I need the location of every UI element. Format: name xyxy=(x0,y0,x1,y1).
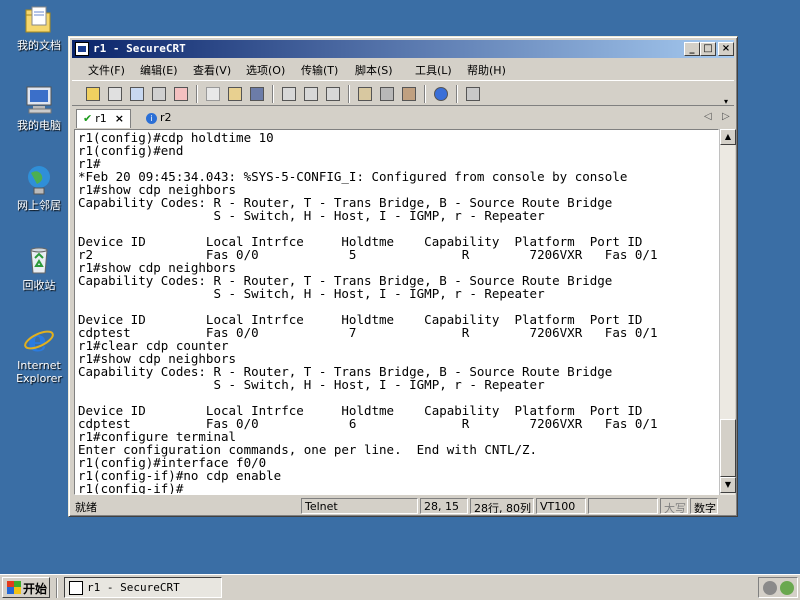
taskbar-separator xyxy=(56,578,58,598)
status-blank xyxy=(588,498,658,514)
desktop-icon-label: 网上邻居 xyxy=(17,199,61,212)
scroll-down-icon[interactable]: ▼ xyxy=(720,477,736,493)
toolbar-separator xyxy=(456,85,458,103)
session-options-icon[interactable] xyxy=(356,85,374,103)
toolbar: ▾ xyxy=(72,80,734,106)
status-emulation: VT100 xyxy=(536,498,586,514)
status-bar: 就绪 Telnet 28, 15 28行, 80列 VT100 大写 数字 xyxy=(72,497,734,515)
terminal-line: S - Switch, H - Host, I - IGMP, r - Repe… xyxy=(78,208,545,223)
terminal-scrollbar[interactable]: ▲ ▼ xyxy=(719,129,736,495)
start-label: 开始 xyxy=(23,582,48,596)
recycle-bin-icon xyxy=(23,244,55,276)
desktop-icon-network[interactable]: 网上邻居 xyxy=(8,164,70,212)
desktop-icon-label: Internet Explorer xyxy=(16,359,62,385)
toolbar-separator xyxy=(196,85,198,103)
scroll-up-icon[interactable]: ▲ xyxy=(720,129,736,145)
help-icon[interactable] xyxy=(432,85,450,103)
maximize-button[interactable]: □ xyxy=(700,42,716,56)
session-tab-bar: ✔ r1 × i r2 ◁ ▷ xyxy=(72,108,734,128)
menu-script[interactable]: 脚本(S) xyxy=(355,62,393,78)
disconnect-icon[interactable] xyxy=(172,85,190,103)
terminal-line: r1(config)#end xyxy=(78,143,184,158)
svg-text:e: e xyxy=(28,324,47,356)
status-terminal-size: 28行, 80列 xyxy=(470,498,534,514)
tab-scroll-left-icon[interactable]: ◁ xyxy=(704,111,712,122)
terminal-output: r1(config)#cdp holdtime 10 r1(config)#end… xyxy=(78,131,657,495)
quick-connect-icon[interactable] xyxy=(106,85,124,103)
toolbar-separator xyxy=(272,85,274,103)
keymap-icon[interactable] xyxy=(400,85,418,103)
securecrt-app-icon xyxy=(69,581,83,595)
find-icon[interactable] xyxy=(248,85,266,103)
desktop-icon-my-computer[interactable]: 我的电脑 xyxy=(8,84,70,132)
menu-file[interactable]: 文件(F) xyxy=(88,62,125,78)
taskbar-task-label: r1 - SecureCRT xyxy=(87,581,180,594)
start-button[interactable]: 开始 xyxy=(2,577,50,598)
menu-tools[interactable]: 工具(L) xyxy=(415,62,452,78)
status-caps-lock: 大写 xyxy=(660,498,688,514)
desktop-icon-recycle-bin[interactable]: 回收站 xyxy=(8,244,70,292)
scroll-thumb[interactable] xyxy=(720,419,736,477)
taskbar: 开始 r1 - SecureCRT xyxy=(0,574,800,600)
tab-close-icon[interactable]: × xyxy=(115,112,124,125)
securecrt-window[interactable]: r1 - SecureCRT _ □ × 文件(F) 编辑(E) 查看(V) 选… xyxy=(68,36,738,517)
toolbar-separator xyxy=(424,85,426,103)
network-icon xyxy=(23,164,55,196)
reconnect-icon[interactable] xyxy=(150,85,168,103)
menu-view[interactable]: 查看(V) xyxy=(193,62,231,78)
folder-documents-icon xyxy=(23,4,55,36)
tab-label: r1 xyxy=(95,112,107,125)
copy-icon[interactable] xyxy=(204,85,222,103)
desktop-icon-label: 我的电脑 xyxy=(17,119,61,132)
desktop-icon-label: 回收站 xyxy=(22,279,56,292)
print-setup-icon[interactable] xyxy=(324,85,342,103)
computer-icon xyxy=(23,84,55,116)
desktop-icon-label: 我的文档 xyxy=(17,39,61,52)
desktop-icon-internet-explorer[interactable]: e Internet Explorer xyxy=(8,324,70,385)
tray-network-icon[interactable] xyxy=(763,581,777,595)
menu-options[interactable]: 选项(O) xyxy=(246,62,285,78)
global-options-icon[interactable] xyxy=(378,85,396,103)
windows-logo-icon xyxy=(7,581,21,594)
tab-r1[interactable]: ✔ r1 × xyxy=(76,109,131,128)
title-bar[interactable]: r1 - SecureCRT _ □ × xyxy=(72,40,734,58)
terminal-line: r1(config-if)# xyxy=(78,481,184,495)
internet-explorer-icon: e xyxy=(23,324,55,359)
terminal-area[interactable]: r1(config)#cdp holdtime 10 r1(config)#end… xyxy=(74,129,719,495)
tray-status-icon[interactable] xyxy=(780,581,794,595)
minimize-button[interactable]: _ xyxy=(684,42,700,56)
terminal-line: S - Switch, H - Host, I - IGMP, r - Repe… xyxy=(78,286,545,301)
print-icon[interactable] xyxy=(280,85,298,103)
tab-label: r2 xyxy=(160,111,172,124)
info-icon: i xyxy=(146,113,157,124)
toolbar-separator xyxy=(348,85,350,103)
print-selection-icon[interactable] xyxy=(302,85,320,103)
window-title: r1 - SecureCRT xyxy=(93,42,186,55)
connected-check-icon: ✔ xyxy=(83,112,93,125)
status-num-lock: 数字 xyxy=(690,498,718,514)
status-ready: 就绪 xyxy=(75,501,97,514)
tile-icon[interactable] xyxy=(464,85,482,103)
close-button[interactable]: × xyxy=(718,42,734,56)
desktop-icon-my-documents[interactable]: 我的文档 xyxy=(8,4,70,52)
taskbar-securecrt-button[interactable]: r1 - SecureCRT xyxy=(64,577,222,598)
toolbar-overflow-icon[interactable]: ▾ xyxy=(724,97,728,106)
securecrt-app-icon xyxy=(75,42,89,56)
menu-bar: 文件(F) 编辑(E) 查看(V) 选项(O) 传输(T) 脚本(S) 工具(L… xyxy=(72,59,734,79)
status-cursor-position: 28, 15 xyxy=(420,498,468,514)
tab-r2[interactable]: i r2 xyxy=(140,109,178,128)
menu-edit[interactable]: 编辑(E) xyxy=(140,62,178,78)
connect-tab-icon[interactable] xyxy=(128,85,146,103)
menu-help[interactable]: 帮助(H) xyxy=(467,62,506,78)
terminal-line: S - Switch, H - Host, I - IGMP, r - Repe… xyxy=(78,377,545,392)
tab-scroll-right-icon[interactable]: ▷ xyxy=(722,111,730,122)
system-tray xyxy=(758,577,798,598)
paste-icon[interactable] xyxy=(226,85,244,103)
connect-icon[interactable] xyxy=(84,85,102,103)
status-protocol: Telnet xyxy=(301,498,418,514)
menu-transfer[interactable]: 传输(T) xyxy=(301,62,338,78)
